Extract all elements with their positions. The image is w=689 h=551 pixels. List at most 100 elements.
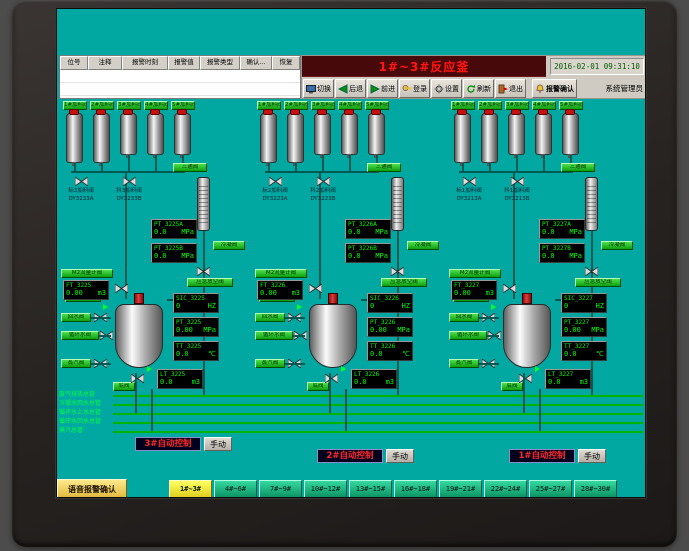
tank-feed-valve-button[interactable]: 5#加料阀 — [365, 101, 389, 110]
pipe-line — [322, 155, 324, 172]
alarm-table-row[interactable] — [60, 70, 300, 83]
emergency-valve-icon[interactable] — [391, 267, 404, 276]
refresh-button[interactable]: 刷新 — [463, 79, 494, 98]
feed-tank — [481, 113, 498, 163]
manual-mode-button[interactable]: 手动 — [386, 449, 414, 463]
tank-feed-valve-button[interactable]: 5#加料阀 — [171, 101, 195, 110]
page-button-7#~9#[interactable]: 7#~9# — [259, 480, 302, 498]
steam-valve-button[interactable]: 蒸汽阀 — [255, 359, 285, 368]
circulating-water-valve-button[interactable]: 循环水阀 — [61, 331, 99, 340]
flow-meter-valve-button[interactable]: M2流量计阀 — [61, 269, 113, 278]
alarm-column-header[interactable]: 恢复 — [272, 56, 300, 70]
pipe-drop — [539, 389, 541, 431]
login-button[interactable]: 登录 — [399, 79, 430, 98]
back-button[interactable]: 后退 — [335, 79, 366, 98]
flow-valve-icon[interactable] — [115, 284, 128, 293]
alarm-column-header[interactable]: 报警时刻 — [122, 56, 168, 70]
feed-tank — [508, 113, 525, 155]
page-button-16#~18#[interactable]: 16#~18# — [394, 480, 437, 498]
instrument-unit: MPa — [569, 228, 582, 237]
feed-valve-icon[interactable] — [75, 177, 88, 186]
tank-feed-valve-button[interactable]: 3#加料阀 — [311, 101, 335, 110]
page-button-28#~30#[interactable]: 28#~30# — [574, 480, 617, 498]
bottom-valve-button[interactable]: 底阀 — [113, 382, 135, 391]
bottom-valve-button[interactable]: 底阀 — [501, 382, 523, 391]
instrument-ptb-display: PT_3225B0.0MPa — [151, 243, 197, 263]
page-button-22#~24#[interactable]: 22#~24# — [484, 480, 527, 498]
auto-control-label: 2#自动控制 — [317, 449, 383, 463]
reactor-body — [503, 304, 551, 368]
tank-feed-valve-button[interactable]: 2#加料阀 — [478, 101, 502, 110]
circulating-water-valve-button[interactable]: 循环水阀 — [255, 331, 293, 340]
three-way-valve-button[interactable]: 三通阀 — [561, 163, 595, 172]
tank-feed-valve-button[interactable]: 5#加料阀 — [559, 101, 583, 110]
bottom-valve-icon[interactable] — [519, 374, 532, 383]
alarm-ack-button[interactable]: 报警确认 — [532, 79, 577, 98]
manual-mode-button[interactable]: 手动 — [578, 449, 606, 463]
page-button-1#~3#[interactable]: 1#~3# — [169, 480, 212, 498]
return-water-valve-button[interactable]: 回水阀 — [255, 313, 285, 322]
emergency-valve-icon[interactable] — [585, 267, 598, 276]
feed-valve-icon[interactable] — [463, 177, 476, 186]
steam-valve-button[interactable]: 蒸汽阀 — [61, 359, 91, 368]
feed-valve-icon[interactable] — [269, 177, 282, 186]
tank-feed-valve-button[interactable]: 1#加料阀 — [257, 101, 281, 110]
tank-feed-valve-button[interactable]: 4#加料阀 — [532, 101, 556, 110]
auto-control-group-1: 1#自动控制手动 — [509, 449, 606, 463]
page-button-13#~15#[interactable]: 13#~15# — [349, 480, 392, 498]
emergency-vent-valve-button[interactable]: 应急放空阀 — [187, 278, 233, 287]
voice-alarm-ack-button[interactable]: 语音报警确认 — [57, 479, 127, 498]
tank-feed-valve-button[interactable]: 3#加料阀 — [117, 101, 141, 110]
condense-valve-button[interactable]: 冷凝阀 — [601, 241, 633, 250]
flow-valve-icon[interactable] — [309, 284, 322, 293]
tank-feed-valve-button[interactable]: 2#加料阀 — [90, 101, 114, 110]
alarm-column-header[interactable]: 注释 — [88, 56, 122, 70]
flow-meter-valve-button[interactable]: M2流量计阀 — [255, 269, 307, 278]
bottom-valve-icon[interactable] — [325, 374, 338, 383]
flow-arrow-icon — [103, 304, 108, 310]
steam-valve-button[interactable]: 蒸汽阀 — [449, 359, 479, 368]
page-button-4#~6#[interactable]: 4#~6# — [214, 480, 257, 498]
tank-feed-valve-button[interactable]: 4#加料阀 — [338, 101, 362, 110]
alarm-summary-table[interactable]: 位号注释报警时刻报警值报警类型确认...恢复 — [59, 55, 301, 99]
feed-valve-icon[interactable] — [123, 177, 136, 186]
flow-meter-valve-button[interactable]: M2流量计阀 — [449, 269, 501, 278]
manual-mode-button[interactable]: 手动 — [204, 437, 232, 451]
instrument-value-row: 0.0MPa — [154, 228, 194, 237]
feed-valve-icon[interactable] — [317, 177, 330, 186]
alarm-column-header[interactable]: 确认... — [240, 56, 272, 70]
return-water-valve-button[interactable]: 回水阀 — [449, 313, 479, 322]
alarm-table-header-row: 位号注释报警时刻报警值报警类型确认...恢复 — [60, 56, 300, 70]
alarm-column-header[interactable]: 报警类型 — [200, 56, 240, 70]
flow-valve-icon[interactable] — [503, 284, 516, 293]
tank-feed-valve-button[interactable]: 4#加料阀 — [144, 101, 168, 110]
exit-button[interactable]: 退出 — [495, 79, 526, 98]
return-water-valve-button[interactable]: 回水阀 — [61, 313, 91, 322]
main-pipe — [113, 404, 643, 406]
circulating-water-valve-button[interactable]: 循环水阀 — [449, 331, 487, 340]
condense-valve-button[interactable]: 冷凝阀 — [407, 241, 439, 250]
alarm-column-header[interactable]: 位号 — [60, 56, 88, 70]
emergency-vent-valve-button[interactable]: 应急放空阀 — [381, 278, 427, 287]
tank-feed-valve-button[interactable]: 2#加料阀 — [284, 101, 308, 110]
page-button-10#~12#[interactable]: 10#~12# — [304, 480, 347, 498]
bottom-valve-button[interactable]: 底阀 — [307, 382, 329, 391]
three-way-valve-button[interactable]: 三通阀 — [173, 163, 207, 172]
alarm-column-header[interactable]: 报警值 — [168, 56, 200, 70]
tank-feed-valve-button[interactable]: 1#加料阀 — [451, 101, 475, 110]
page-button-19#~21#[interactable]: 19#~21# — [439, 480, 482, 498]
tank-feed-valve-button[interactable]: 1#加料阀 — [63, 101, 87, 110]
settings-button[interactable]: 设置 — [431, 79, 462, 98]
three-way-valve-button[interactable]: 三通阀 — [367, 163, 401, 172]
tank-feed-valve-button[interactable]: 3#加料阀 — [505, 101, 529, 110]
alarm-table-row[interactable] — [60, 83, 300, 96]
emergency-valve-icon[interactable] — [197, 267, 210, 276]
emergency-vent-valve-button[interactable]: 应急放空阀 — [575, 278, 621, 287]
page-button-25#~27#[interactable]: 25#~27# — [529, 480, 572, 498]
switch-button[interactable]: 切换 — [303, 79, 334, 98]
forward-button[interactable]: 前进 — [367, 79, 398, 98]
condense-valve-button[interactable]: 冷凝阀 — [213, 241, 245, 250]
feed-valve-icon[interactable] — [511, 177, 524, 186]
bottom-valve-icon[interactable] — [131, 374, 144, 383]
current-user-label: 系统管理员 — [606, 83, 644, 94]
